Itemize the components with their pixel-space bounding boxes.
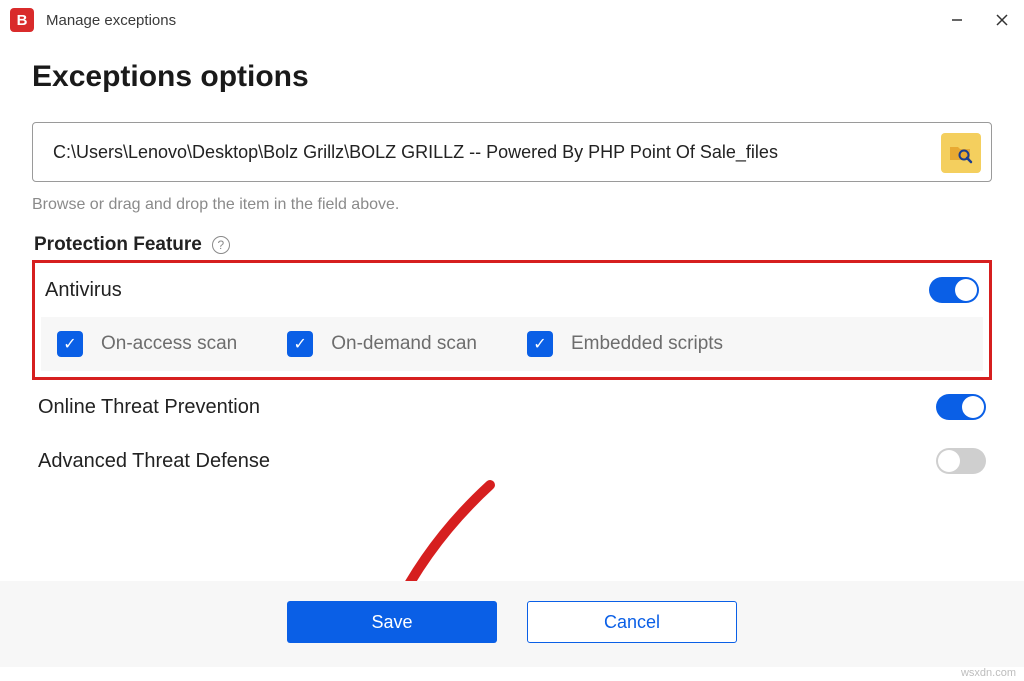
checkbox-checked-icon: ✓ — [287, 331, 313, 357]
save-button[interactable]: Save — [287, 601, 497, 643]
checkbox-checked-icon: ✓ — [57, 331, 83, 357]
folder-search-icon — [948, 140, 974, 166]
path-input[interactable]: C:\Users\Lenovo\Desktop\Bolz Grillz\BOLZ… — [32, 122, 992, 182]
checkbox-checked-icon: ✓ — [527, 331, 553, 357]
online-threat-toggle[interactable] — [936, 394, 986, 420]
path-value: C:\Users\Lenovo\Desktop\Bolz Grillz\BOLZ… — [53, 142, 778, 163]
cancel-button[interactable]: Cancel — [527, 601, 737, 643]
window-controls — [934, 0, 1024, 40]
advanced-threat-row: Advanced Threat Defense — [34, 434, 990, 488]
window-title: Manage exceptions — [46, 12, 934, 29]
watermark: wsxdn.com — [961, 667, 1016, 679]
antivirus-label: Antivirus — [45, 279, 122, 302]
on-demand-scan-option[interactable]: ✓ On-demand scan — [287, 331, 477, 357]
minimize-button[interactable] — [934, 0, 979, 40]
close-icon — [996, 14, 1008, 26]
embedded-label: Embedded scripts — [571, 333, 723, 355]
other-features: Online Threat Prevention Advanced Threat… — [32, 380, 992, 488]
on-demand-label: On-demand scan — [331, 333, 477, 355]
online-threat-row: Online Threat Prevention — [34, 380, 990, 434]
embedded-scripts-option[interactable]: ✓ Embedded scripts — [527, 331, 723, 357]
footer-bar: Save Cancel — [0, 581, 1024, 667]
content-area: Exceptions options C:\Users\Lenovo\Deskt… — [0, 40, 1024, 488]
minimize-icon — [951, 14, 963, 26]
help-icon[interactable]: ? — [212, 236, 230, 254]
advanced-threat-label: Advanced Threat Defense — [38, 450, 270, 473]
advanced-threat-toggle[interactable] — [936, 448, 986, 474]
toggle-knob — [962, 396, 984, 418]
antivirus-highlight: Antivirus ✓ On-access scan ✓ On-demand s… — [32, 260, 992, 380]
titlebar: B Manage exceptions — [0, 0, 1024, 40]
antivirus-row: Antivirus — [41, 269, 983, 311]
protection-feature-header: Protection Feature ? — [32, 234, 992, 256]
close-button[interactable] — [979, 0, 1024, 40]
toggle-knob — [938, 450, 960, 472]
browse-button[interactable] — [941, 133, 981, 173]
antivirus-toggle[interactable] — [929, 277, 979, 303]
on-access-scan-option[interactable]: ✓ On-access scan — [57, 331, 237, 357]
antivirus-options: ✓ On-access scan ✓ On-demand scan ✓ Embe… — [41, 317, 983, 371]
page-title: Exceptions options — [32, 60, 992, 94]
app-logo-icon: B — [10, 8, 34, 32]
online-threat-label: Online Threat Prevention — [38, 396, 260, 419]
protection-feature-label: Protection Feature — [34, 234, 202, 256]
path-hint: Browse or drag and drop the item in the … — [32, 196, 992, 214]
on-access-label: On-access scan — [101, 333, 237, 355]
toggle-knob — [955, 279, 977, 301]
